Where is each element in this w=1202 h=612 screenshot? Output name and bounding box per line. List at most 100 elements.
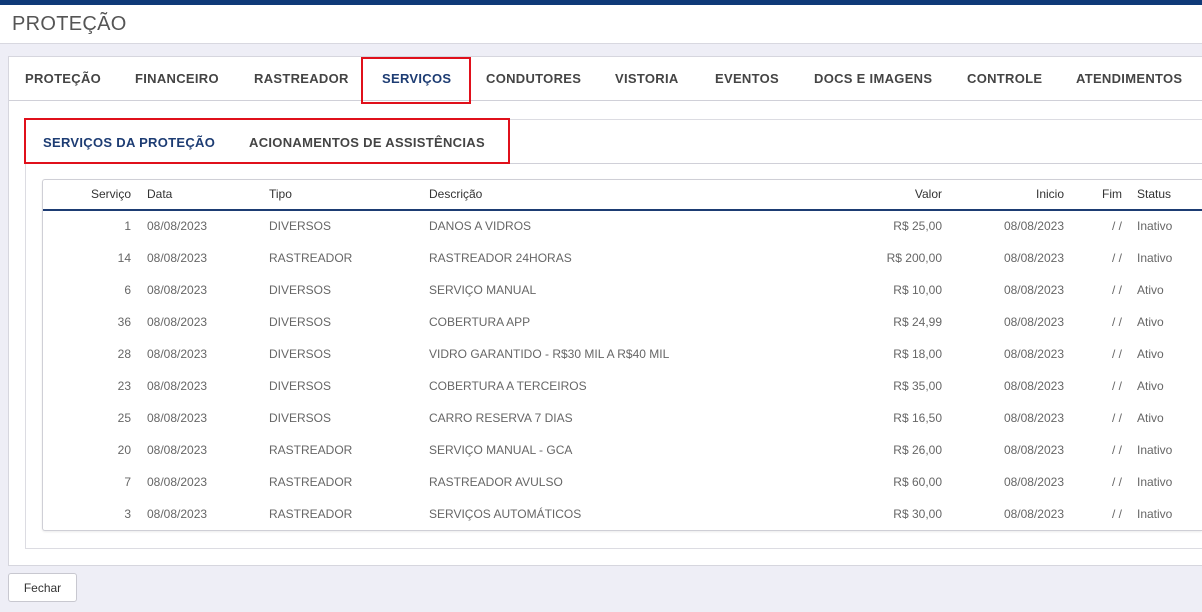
- cell-fim: / /: [1111, 411, 1122, 425]
- cell-servico: 3: [124, 507, 131, 521]
- cell-inicio: 08/08/2023: [1003, 379, 1064, 393]
- cell-valor: R$ 60,00: [893, 475, 942, 489]
- cell-descricao: SERVIÇO MANUAL: [429, 283, 537, 297]
- col-header-valor[interactable]: Valor: [823, 187, 942, 201]
- cell-inicio: 08/08/2023: [1003, 347, 1064, 361]
- cell-servico: 14: [117, 251, 131, 265]
- cell-servico: 1: [124, 219, 131, 233]
- cell-inicio: 08/08/2023: [1003, 251, 1064, 265]
- cell-status: Ativo: [1137, 411, 1164, 425]
- cell-data: 08/08/2023: [147, 411, 208, 425]
- cell-fim: / /: [1111, 219, 1122, 233]
- subtabs-highlight: [24, 118, 510, 164]
- col-header-data[interactable]: Data: [147, 187, 172, 201]
- cell-tipo: DIVERSOS: [269, 411, 332, 425]
- cell-valor: R$ 24,99: [893, 315, 942, 329]
- cell-status: Inativo: [1137, 219, 1173, 233]
- cell-tipo: DIVERSOS: [269, 283, 332, 297]
- cell-status: Inativo: [1137, 443, 1173, 457]
- table-row[interactable]: 14 08/08/2023 RASTREADOR RASTREADOR 24HO…: [43, 243, 1202, 275]
- cell-descricao: RASTREADOR 24HORAS: [429, 251, 572, 265]
- tab-condutores[interactable]: CONDUTORES: [486, 71, 581, 86]
- cell-servico: 28: [117, 347, 131, 361]
- cell-servico: 25: [117, 411, 131, 425]
- cell-descricao: SERVIÇOS AUTOMÁTICOS: [429, 507, 582, 521]
- cell-valor: R$ 25,00: [893, 219, 942, 233]
- cell-fim: / /: [1111, 475, 1122, 489]
- cell-valor: R$ 35,00: [893, 379, 942, 393]
- cell-fim: / /: [1111, 347, 1122, 361]
- cell-servico: 20: [117, 443, 131, 457]
- col-header-servico[interactable]: Serviço: [43, 187, 131, 201]
- cell-descricao: SERVIÇO MANUAL - GCA: [429, 443, 573, 457]
- tab-vistoria[interactable]: VISTORIA: [615, 71, 679, 86]
- cell-inicio: 08/08/2023: [1003, 219, 1064, 233]
- cell-tipo: RASTREADOR: [269, 475, 353, 489]
- col-header-fim[interactable]: Fim: [1083, 187, 1122, 201]
- table-row[interactable]: 20 08/08/2023 RASTREADOR SERVIÇO MANUAL …: [43, 435, 1202, 467]
- col-header-inicio[interactable]: Inicio: [963, 187, 1064, 201]
- cell-inicio: 08/08/2023: [1003, 315, 1064, 329]
- cell-inicio: 08/08/2023: [1003, 411, 1064, 425]
- cell-status: Ativo: [1137, 315, 1164, 329]
- cell-data: 08/08/2023: [147, 507, 208, 521]
- table-row[interactable]: 3 08/08/2023 RASTREADOR SERVIÇOS AUTOMÁT…: [43, 499, 1202, 531]
- tab-atendimentos[interactable]: ATENDIMENTOS: [1076, 71, 1182, 86]
- cell-fim: / /: [1111, 283, 1122, 297]
- cell-valor: R$ 16,50: [893, 411, 942, 425]
- cell-tipo: DIVERSOS: [269, 347, 332, 361]
- cell-inicio: 08/08/2023: [1003, 443, 1064, 457]
- table-header: Serviço Data Tipo Descrição Valor Inicio…: [43, 180, 1202, 211]
- table-row[interactable]: 6 08/08/2023 DIVERSOS SERVIÇO MANUAL R$ …: [43, 275, 1202, 307]
- tab-financeiro[interactable]: FINANCEIRO: [135, 71, 219, 86]
- cell-descricao: COBERTURA A TERCEIROS: [429, 379, 587, 393]
- cell-data: 08/08/2023: [147, 251, 208, 265]
- col-header-status[interactable]: Status: [1137, 187, 1171, 201]
- cell-descricao: DANOS A VIDROS: [429, 219, 532, 233]
- cell-valor: R$ 26,00: [893, 443, 942, 457]
- cell-fim: / /: [1111, 379, 1122, 393]
- cell-valor: R$ 18,00: [893, 347, 942, 361]
- cell-servico: 23: [117, 379, 131, 393]
- cell-tipo: DIVERSOS: [269, 379, 332, 393]
- cell-valor: R$ 30,00: [893, 507, 942, 521]
- table-row[interactable]: 1 08/08/2023 DIVERSOS DANOS A VIDROS R$ …: [43, 211, 1202, 243]
- cell-inicio: 08/08/2023: [1003, 283, 1064, 297]
- tab-rastreador[interactable]: RASTREADOR: [254, 71, 349, 86]
- tab-protecao[interactable]: PROTEÇÃO: [25, 71, 101, 86]
- table-row[interactable]: 36 08/08/2023 DIVERSOS COBERTURA APP R$ …: [43, 307, 1202, 339]
- page-title: PROTEÇÃO: [12, 13, 127, 35]
- cell-status: Ativo: [1137, 347, 1164, 361]
- cell-data: 08/08/2023: [147, 283, 208, 297]
- cell-data: 08/08/2023: [147, 347, 208, 361]
- cell-servico: 7: [124, 475, 131, 489]
- tab-docs-e-imagens[interactable]: DOCS E IMAGENS: [814, 71, 932, 86]
- cell-tipo: RASTREADOR: [269, 507, 353, 521]
- cell-fim: / /: [1111, 251, 1122, 265]
- cell-valor: R$ 10,00: [893, 283, 942, 297]
- cell-data: 08/08/2023: [147, 315, 208, 329]
- cell-fim: / /: [1111, 507, 1122, 521]
- table-row[interactable]: 23 08/08/2023 DIVERSOS COBERTURA A TERCE…: [43, 371, 1202, 403]
- cell-descricao: VIDRO GARANTIDO - R$30 MIL A R$40 MIL: [429, 347, 670, 361]
- title-bar: PROTEÇÃO: [0, 5, 1202, 44]
- table-row[interactable]: 25 08/08/2023 DIVERSOS CARRO RESERVA 7 D…: [43, 403, 1202, 435]
- cell-status: Inativo: [1137, 507, 1173, 521]
- col-header-tipo[interactable]: Tipo: [269, 187, 292, 201]
- cell-fim: / /: [1111, 443, 1122, 457]
- table-row[interactable]: 28 08/08/2023 DIVERSOS VIDRO GARANTIDO -…: [43, 339, 1202, 371]
- close-button[interactable]: Fechar: [8, 573, 77, 602]
- cell-tipo: DIVERSOS: [269, 219, 332, 233]
- cell-status: Inativo: [1137, 251, 1173, 265]
- table-row[interactable]: 7 08/08/2023 RASTREADOR RASTREADOR AVULS…: [43, 467, 1202, 499]
- cell-tipo: DIVERSOS: [269, 315, 332, 329]
- cell-servico: 36: [117, 315, 131, 329]
- tab-eventos[interactable]: EVENTOS: [715, 71, 779, 86]
- tab-controle[interactable]: CONTROLE: [967, 71, 1042, 86]
- cell-data: 08/08/2023: [147, 379, 208, 393]
- cell-descricao: COBERTURA APP: [429, 315, 531, 329]
- cell-valor: R$ 200,00: [886, 251, 942, 265]
- cell-tipo: RASTREADOR: [269, 251, 353, 265]
- active-tab-highlight: [361, 57, 471, 104]
- col-header-descricao[interactable]: Descrição: [429, 187, 482, 201]
